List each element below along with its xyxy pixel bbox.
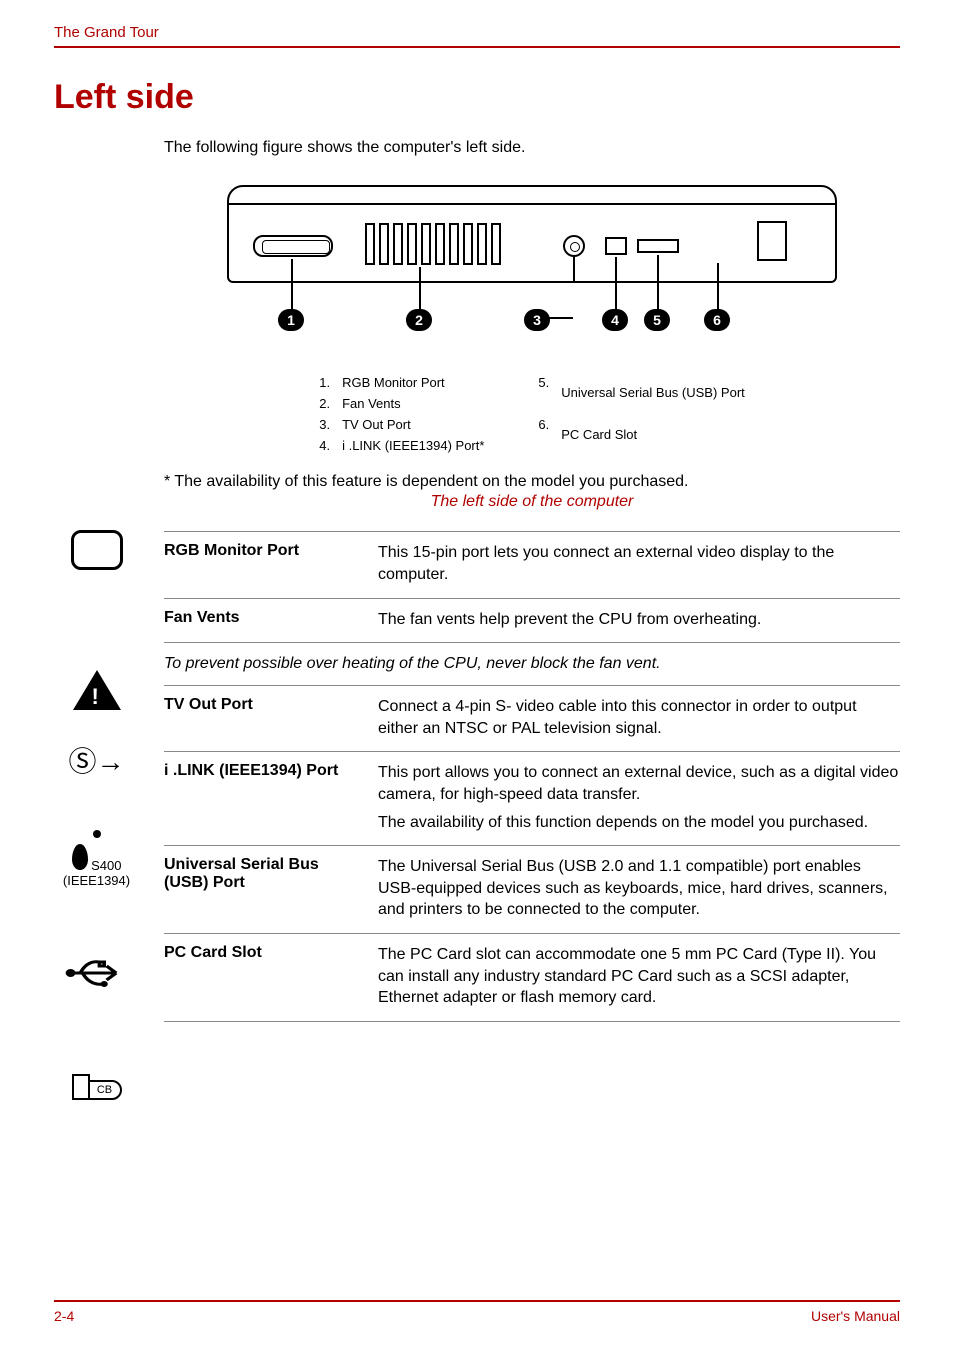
row-rgb: RGB Monitor Port This 15-pin port lets y…: [164, 532, 900, 598]
legend-1: RGB Monitor Port: [342, 374, 484, 393]
figure-caption: The left side of the computer: [164, 493, 900, 511]
usb-icon: [54, 956, 139, 995]
left-side-diagram: 1 2 3 4 5 6: [217, 183, 847, 358]
pc-card-icon: CB: [54, 1074, 139, 1100]
desc-ilink: This port allows you to connect an exter…: [378, 762, 900, 833]
svideo-icon: Ⓢ→: [54, 740, 139, 780]
callout-3: 3: [524, 309, 550, 331]
row-fan: Fan Vents The fan vents help prevent the…: [164, 599, 900, 643]
callout-5: 5: [644, 309, 670, 331]
pc-card-slot-icon: [757, 221, 787, 261]
page-header: The Grand Tour: [54, 24, 900, 48]
term-fan: Fan Vents: [164, 609, 364, 631]
row-pc: PC Card Slot The PC Card slot can accomm…: [164, 934, 900, 1022]
ieee1394-icon: S400(IEEE1394): [54, 828, 139, 889]
legend-6: PC Card Slot: [561, 416, 745, 456]
term-tv: TV Out Port: [164, 696, 364, 739]
section-title: Left side: [54, 78, 900, 117]
term-ilink: i .LINK (IEEE1394) Port: [164, 762, 364, 833]
definition-list: RGB Monitor Port This 15-pin port lets y…: [164, 531, 900, 642]
diagram-legend: 1.RGB Monitor Port 2.Fan Vents 3.TV Out …: [164, 372, 900, 457]
page-number: 2-4: [54, 1308, 74, 1324]
footnote: * The availability of this feature is de…: [164, 473, 900, 491]
callout-2: 2: [406, 309, 432, 331]
fan-vents-icon: [365, 223, 501, 265]
warning-note: To prevent possible over heating of the …: [164, 642, 900, 686]
row-usb: Universal Serial Bus (USB) Port The Univ…: [164, 846, 900, 934]
desc-rgb: This 15-pin port lets you connect an ext…: [378, 542, 900, 585]
legend-3: TV Out Port: [342, 416, 484, 435]
usb-port-icon: [637, 239, 679, 253]
desc-tv: Connect a 4-pin S- video cable into this…: [378, 696, 900, 739]
rgb-port-icon: [253, 235, 333, 257]
warning-icon: [54, 670, 139, 715]
row-tv: TV Out Port Connect a 4-pin S- video cab…: [164, 686, 900, 752]
callout-row: 1 2 3 4 5 6: [217, 309, 847, 339]
row-ilink: i .LINK (IEEE1394) Port This port allows…: [164, 752, 900, 846]
page-footer: 2-4 User's Manual: [54, 1300, 900, 1324]
legend-2: Fan Vents: [342, 395, 484, 414]
callout-1: 1: [278, 309, 304, 331]
breadcrumb: The Grand Tour: [54, 24, 159, 41]
tv-out-icon: [563, 235, 585, 257]
legend-4: i .LINK (IEEE1394) Port*: [342, 437, 484, 456]
term-pc: PC Card Slot: [164, 944, 364, 1009]
ilink-port-icon: [605, 237, 627, 255]
monitor-port-icon: [54, 530, 139, 575]
callout-6: 6: [704, 309, 730, 331]
desc-pc: The PC Card slot can accommodate one 5 m…: [378, 944, 900, 1009]
term-rgb: RGB Monitor Port: [164, 542, 364, 585]
desc-fan: The fan vents help prevent the CPU from …: [378, 609, 761, 631]
legend-5: Universal Serial Bus (USB) Port: [561, 374, 745, 414]
doc-title: User's Manual: [811, 1308, 900, 1324]
term-usb: Universal Serial Bus (USB) Port: [164, 856, 364, 921]
callout-4: 4: [602, 309, 628, 331]
intro-text: The following figure shows the computer'…: [164, 139, 900, 157]
laptop-lid: [227, 185, 837, 205]
desc-usb: The Universal Serial Bus (USB 2.0 and 1.…: [378, 856, 900, 921]
